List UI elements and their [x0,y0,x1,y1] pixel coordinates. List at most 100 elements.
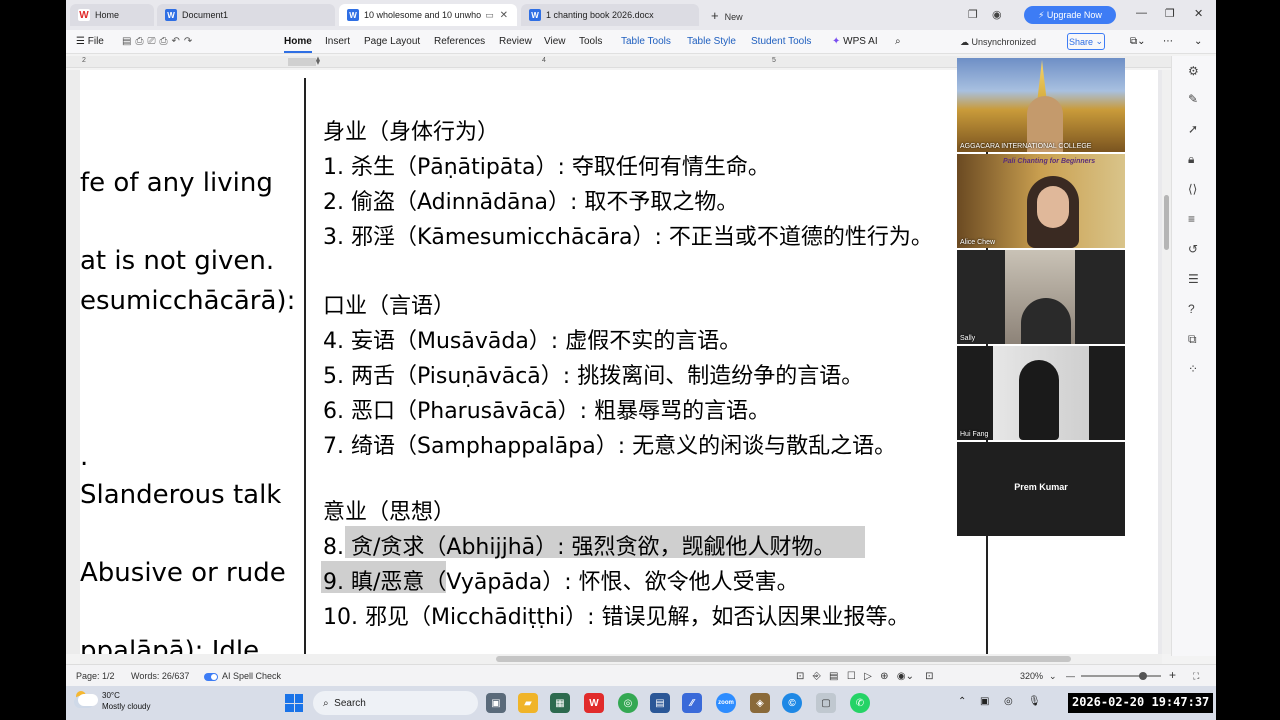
zoom-app-icon[interactable]: zoom [716,693,736,713]
file-explorer-icon[interactable]: ▰ [518,693,538,713]
app-icon[interactable]: ◈ [750,693,770,713]
zoom-level[interactable]: 320% [1020,671,1043,681]
ruler-margin[interactable] [288,58,316,66]
menu-table-style[interactable]: Table Style [687,36,736,47]
tray-app-icon[interactable]: ▣ [980,696,989,707]
quick-access-icons[interactable]: ▤⎙⎚⎙↶↷ [122,36,196,47]
tab-home[interactable]: W Home [70,4,154,26]
close-tab-icon[interactable]: ✕ [500,10,508,21]
minimize-icon[interactable]: — [1136,7,1147,19]
zoom-dropdown-icon[interactable]: ⌄ [1049,671,1057,682]
participant-video[interactable]: Pali Chanting for Beginners Alice Chew [957,154,1125,248]
start-button[interactable] [285,694,303,712]
whatsapp-icon[interactable]: ✆ [850,693,870,713]
lock-icon[interactable]: 🔒︎ [1188,152,1194,167]
history-icon[interactable]: ↺ [1188,242,1198,256]
section-heading[interactable]: 意业（思想） [323,494,455,526]
microphone-icon[interactable]: 🎙︎ [1028,696,1041,707]
tab-wholesome[interactable]: W 10 wholesome and 10 unwho ▭ ✕ [339,4,517,26]
menu-insert[interactable]: Insert [325,36,350,47]
share-button[interactable]: Share ⌄ [1067,33,1105,50]
menu-view[interactable]: View [544,36,566,47]
tray-chevron-icon[interactable]: ⌃ [958,696,966,707]
scroll-thumb[interactable] [1164,195,1169,250]
sliders-icon[interactable]: ≡ [1188,212,1195,226]
chrome-icon[interactable]: ◎ [618,693,638,713]
restore-icon[interactable]: ❐ [1165,7,1175,20]
left-cell-text[interactable]: fe of any living [80,168,273,198]
left-cell-text[interactable]: esumicchācārā): [80,286,295,316]
section-heading[interactable]: 口业（言语） [323,288,455,320]
app-icon[interactable]: ▦ [550,693,570,713]
horizontal-scrollbar[interactable] [80,654,1162,664]
close-window-icon[interactable]: ✕ [1194,7,1203,20]
left-cell-text[interactable]: Slanderous talk [80,480,281,510]
sync-status[interactable]: ☁ Unsynchronized [960,37,1036,48]
app-icon[interactable]: ▤ [650,693,670,713]
menu-tools[interactable]: Tools [579,36,602,47]
left-cell-text[interactable]: Abusive or rude [80,558,286,588]
list-item[interactable]: 7. 绮语（Samphappalāpa）: 无意义的闲谈与散乱之语。 [323,428,896,460]
menu-review[interactable]: Review [499,36,532,47]
tune-icon[interactable]: ⚙ [1188,64,1199,78]
copy-icon[interactable]: ⧉ [1188,332,1197,347]
new-tab-button[interactable]: + New [711,8,743,23]
menu-student-tools[interactable]: Student Tools [751,36,811,47]
avatar[interactable]: ◉ [992,8,1002,21]
app-icon[interactable]: © [782,693,802,713]
task-view-icon[interactable]: ▣ [486,693,506,713]
help-icon[interactable]: ? [1188,302,1195,316]
collapse-ribbon-icon[interactable]: ⌄ [1194,36,1202,47]
list-icon[interactable]: ☰ [1188,272,1199,286]
list-item[interactable]: 6. 恶口（Pharusāvācā）: 粗暴辱骂的言语。 [323,393,770,425]
zoom-in-icon[interactable]: + [1169,668,1176,682]
upgrade-button[interactable]: ⚡ Upgrade Now [1024,6,1116,24]
list-item[interactable]: 5. 两舌（Pisuṇāvācā）: 挑拨离间、制造纷争的言语。 [323,358,863,390]
list-item[interactable]: 1. 杀生（Pāṇātipāta）: 夺取任何有情生命。 [323,149,770,181]
menu-home[interactable]: Home [284,36,312,53]
fullscreen-icon[interactable]: ⛶ [1193,671,1199,682]
list-item-highlighted[interactable]: 9. 瞋/恶意（Vyāpāda）: 怀恨、欲令他人受害。 [321,561,799,596]
participant-video[interactable]: Prem Kumar [957,442,1125,536]
menu-file[interactable]: ☰ File [76,36,104,47]
participant-video[interactable]: Hui Fang [957,346,1125,440]
section-heading[interactable]: 身业（身体行为） [323,114,499,146]
weather-widget[interactable]: 30°C Mostly cloudy [102,690,150,712]
taskbar-clock[interactable]: 2026-02-20 19:47:37 [1068,693,1214,713]
window-mode-icon[interactable]: ❐ [968,8,978,21]
zoom-slider[interactable] [1081,672,1161,680]
menu-table-tools[interactable]: Table Tools [621,36,671,47]
participant-video[interactable]: Sally [957,250,1125,344]
taskbar-search[interactable]: ⌕ Search [313,691,478,715]
scroll-thumb[interactable] [496,656,1071,662]
list-item[interactable]: 4. 妄语（Musāvāda）: 虚假不实的言语。 [323,323,741,355]
app-icon[interactable]: ⁄⁄ [682,693,702,713]
menu-page-layout[interactable]: Page Layout [364,36,420,47]
list-item[interactable]: 10. 邪见（Micchādiṭṭhi）: 错误见解，如否认因果业报等。 [323,599,909,631]
tray-app-icon[interactable]: ◎ [1004,696,1013,707]
wps-office-icon[interactable]: W [584,693,604,713]
apps-icon[interactable]: ⁘ [1188,362,1198,376]
menu-references[interactable]: References [434,36,485,47]
cursor-icon[interactable]: ➚ [1188,122,1198,136]
search-icon[interactable]: ⌕ [895,36,901,47]
page-count[interactable]: Page: 1/2 [76,671,115,681]
left-cell-text[interactable]: . [80,442,88,472]
pen-icon[interactable]: ✎ [1188,92,1198,106]
code-icon[interactable]: ⟨⟩ [1188,182,1197,196]
more-icon[interactable]: ⋯ [1163,36,1173,47]
zoom-out-icon[interactable]: — [1066,671,1075,681]
left-cell-text[interactable]: at is not given. [80,246,274,276]
indent-marker-icon[interactable]: ⧫ [316,56,320,65]
ai-spell-check-toggle[interactable]: AI Spell Check [204,671,281,681]
tab-document1[interactable]: W Document1 [157,4,335,26]
vertical-scrollbar[interactable] [1162,70,1171,654]
participant-video[interactable]: AGGACARA INTERNATIONAL COLLEGE [957,58,1125,152]
list-item[interactable]: 3. 邪淫（Kāmesumicchācāra）: 不正当或不道德的性行为。 [323,219,933,251]
view-icons[interactable]: ⊡ ⎆ ▤ ☐ ▷ ⊕ ◉⌄ ⊡ [796,671,933,682]
list-item[interactable]: 2. 偷盗（Adinnādāna）: 取不予取之物。 [323,184,738,216]
word-count[interactable]: Words: 26/637 [131,671,189,681]
tab-chanting-book[interactable]: W 1 chanting book 2026.docx [521,4,699,26]
menu-wps-ai[interactable]: ✦ WPS AI [832,36,878,47]
layout-icon[interactable]: ⧉⌄ [1130,36,1146,47]
